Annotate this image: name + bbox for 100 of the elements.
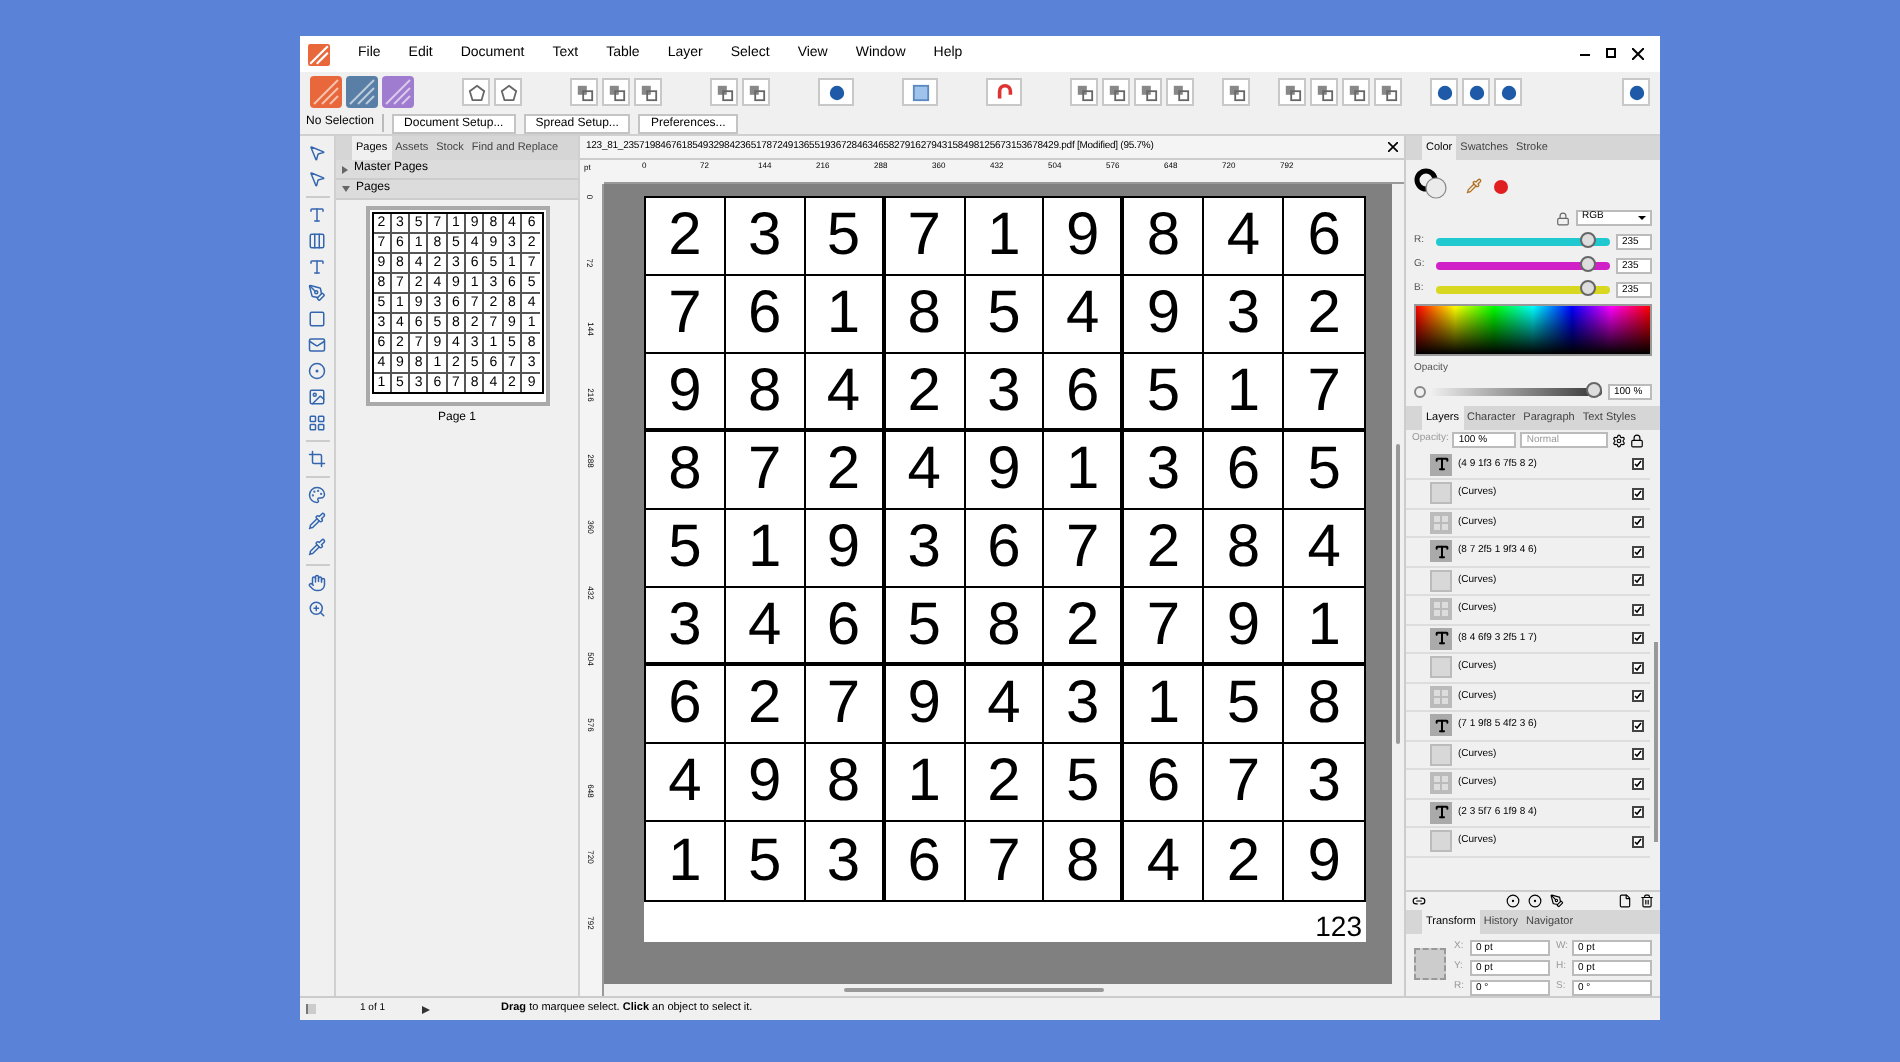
zoom-icon[interactable] [308,600,326,618]
visibility-checkbox[interactable] [1632,632,1644,645]
grid-digit: 5 [987,280,1021,348]
grid-digit: 9 [826,514,861,582]
visibility-checkbox[interactable] [1632,516,1644,529]
delete-icon[interactable] [1640,894,1654,908]
grid-digit: 9 [1226,591,1260,659]
visibility-checkbox[interactable] [1632,661,1644,674]
grid-digit: 1 [907,748,941,816]
text-icon[interactable] [308,258,326,276]
visibility-checkbox[interactable] [1632,545,1644,558]
columns-icon[interactable] [308,232,326,250]
image-icon[interactable] [308,388,326,406]
toolbar-button[interactable] [1222,78,1250,106]
grid-digit: 2 [668,202,702,270]
visibility-checkbox[interactable] [1632,748,1644,761]
toolbar-button[interactable] [986,78,1022,106]
toolbar-button[interactable] [1342,78,1370,106]
grid-digit: 8 [668,436,702,504]
slider-thumb[interactable] [1580,231,1597,247]
toolbar-button[interactable] [570,78,598,106]
disclosure-icon[interactable] [342,186,350,192]
visibility-checkbox[interactable] [1632,835,1644,848]
text-icon[interactable] [308,206,326,224]
page-number: 123 [1315,908,1364,942]
toolbar-button[interactable] [1462,78,1490,106]
color-spectrum[interactable] [1414,304,1652,356]
palette-icon[interactable] [308,486,326,504]
pipette-icon[interactable] [1466,178,1482,194]
toolbar-button[interactable] [1166,78,1194,106]
toolbar-button[interactable] [1134,78,1162,106]
grid-digit: 7 [747,436,782,504]
maximize-icon[interactable] [1606,48,1616,58]
slider-thumb[interactable] [1580,279,1597,295]
toolbar-button[interactable] [742,78,770,106]
color-swatch[interactable] [1494,179,1508,193]
toolbar-button[interactable] [1622,78,1650,106]
toolbar-button[interactable] [902,78,938,106]
visibility-checkbox[interactable] [1632,719,1644,732]
first-page-icon[interactable] [306,1004,316,1014]
square-icon[interactable] [308,310,326,328]
pipette-icon[interactable] [308,538,326,556]
grid-digit: 1 [987,202,1021,270]
grid-digit: 8 [747,357,782,425]
grid-digit: 9 [907,670,941,738]
toolbar-button[interactable] [1430,78,1458,106]
no-color-icon[interactable] [1414,386,1426,398]
lock-icon[interactable] [1630,433,1645,447]
hand-icon[interactable] [308,574,326,592]
visibility-checkbox[interactable] [1632,777,1644,790]
toolbar-button[interactable] [1070,78,1098,106]
grid-digit: 1 [1146,670,1181,738]
square-icon [911,83,929,101]
toolbar-button[interactable] [1494,78,1522,106]
visibility-checkbox[interactable] [1632,806,1644,819]
toolbar-button[interactable] [710,78,738,106]
grid-digit: 8 [1307,670,1341,738]
curves-thumbnail-icon [1430,569,1452,592]
toolbar-button[interactable] [602,78,630,106]
visibility-checkbox[interactable] [1632,603,1644,616]
next-page-icon[interactable] [421,1005,430,1013]
text-layer-icon [1430,714,1452,737]
slider-track[interactable] [1436,237,1610,245]
toolbar-button[interactable] [462,78,490,106]
settings-icon[interactable] [1612,433,1627,447]
persona-icon[interactable] [346,76,378,108]
toolbar-button[interactable] [494,78,522,106]
toolbar-button[interactable] [818,78,854,106]
slider-track[interactable] [1436,285,1610,293]
visibility-checkbox[interactable] [1632,574,1644,587]
grid-icon[interactable] [308,414,326,432]
visibility-checkbox[interactable] [1632,458,1644,471]
mask-icon[interactable] [1506,894,1520,908]
grid-digit: 2 [907,357,941,425]
envelope-icon[interactable] [308,336,326,354]
crop-icon[interactable] [308,450,326,468]
slider-thumb[interactable] [1586,382,1602,398]
slider-track[interactable] [1436,261,1610,269]
toolbar-button[interactable] [634,78,662,106]
toolbar-button[interactable] [1374,78,1402,106]
pen-icon[interactable] [308,284,326,302]
grid-digit: 1 [1307,591,1341,659]
close-icon[interactable] [1388,142,1398,152]
grid-digit: 6 [668,670,702,738]
adjustment-icon[interactable] [1528,894,1542,908]
visibility-checkbox[interactable] [1632,690,1644,703]
text-layer-icon [1430,453,1452,476]
toolbar-button[interactable] [1278,78,1306,106]
slider-thumb[interactable] [1580,255,1597,271]
grid-digit: 4 [907,436,941,504]
visibility-checkbox[interactable] [1632,487,1644,500]
new-layer-icon[interactable] [1618,894,1632,908]
disclosure-icon[interactable] [342,165,348,173]
circle-icon[interactable] [308,362,326,380]
pipette-icon[interactable] [308,512,326,530]
close-icon[interactable] [1632,48,1644,60]
toolbar-button[interactable] [1310,78,1338,106]
toolbar-button[interactable] [1102,78,1130,106]
grid-digit: 5 [1146,357,1181,425]
slider-track[interactable] [1432,388,1602,396]
